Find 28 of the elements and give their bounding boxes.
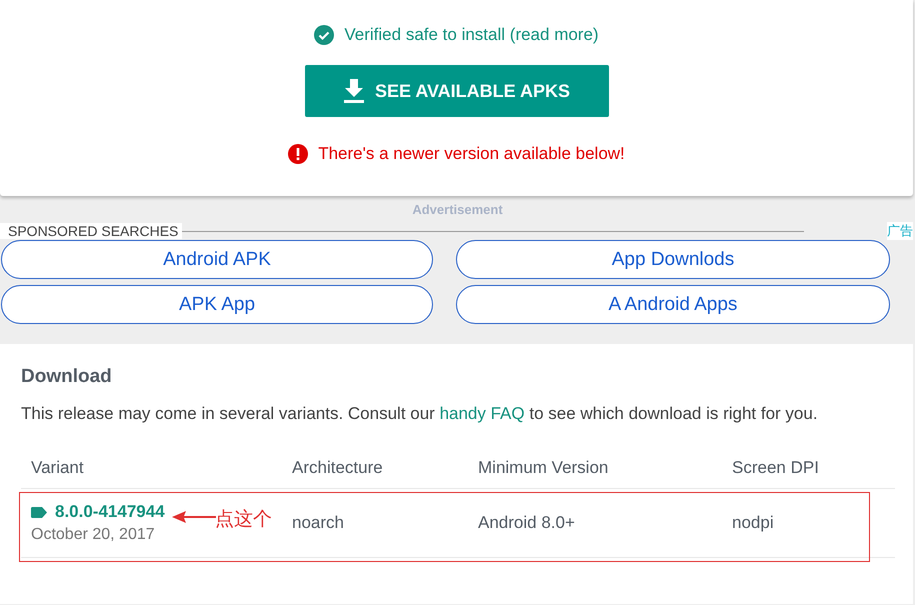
table-cell-text: noarch <box>292 513 345 533</box>
intro-text: This release may come in several variants. Consult our handy FAQ to see which download is right for you. <box>21 404 819 424</box>
verified-text[interactable]: Verified safe to install (read more) <box>344 25 599 45</box>
table-cell-text: nodpi <box>732 513 775 533</box>
search-link-button[interactable]: APK App <box>1 285 433 324</box>
warning-text: There's a newer version available below! <box>318 144 625 164</box>
search-link-button[interactable]: Android APK <box>1 240 433 279</box>
table-cell-text: Android 8.0+ <box>478 513 576 533</box>
ad-mark[interactable]: 广告 <box>887 222 913 240</box>
search-link-button[interactable]: App Downlods <box>456 240 890 279</box>
variant-link[interactable]: 8.0.0-4147944 <box>31 502 165 522</box>
check-circle-icon <box>314 25 334 45</box>
section-title: Download <box>21 366 113 388</box>
alert-icon <box>288 144 308 164</box>
search-link-button[interactable]: A Android Apps <box>456 285 890 324</box>
annotation-arrow <box>172 511 216 523</box>
release-date: October 20, 2017 <box>31 526 155 544</box>
tag-icon <box>31 506 47 518</box>
see-apks-button[interactable]: SEE AVAILABLE APKS <box>304 65 608 117</box>
advertisement-label: Advertisement <box>411 202 504 217</box>
column-header: Minimum Version <box>478 458 610 478</box>
column-header: Screen DPI <box>732 458 820 478</box>
download-icon <box>342 79 365 103</box>
annotation-text: 点这个 <box>215 508 272 532</box>
sponsored-heading: SPONSORED SEARCHES <box>0 223 182 239</box>
faq-link[interactable]: handy FAQ <box>440 404 525 423</box>
column-header: Variant <box>31 458 85 478</box>
column-header: Architecture <box>292 458 384 478</box>
